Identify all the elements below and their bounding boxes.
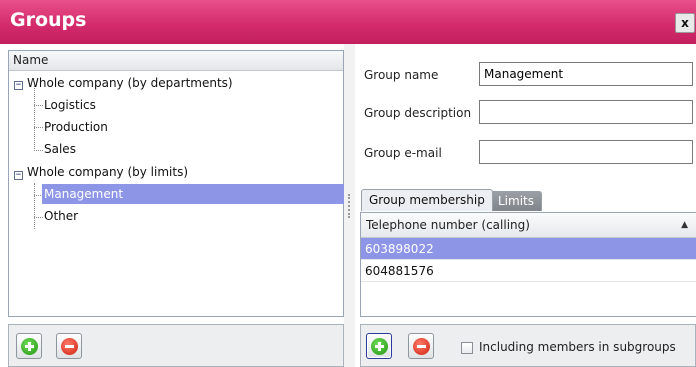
splitter-grip bbox=[348, 194, 350, 218]
tree-connector bbox=[34, 127, 43, 128]
groups-tree: − Whole company (by departments) Logisti… bbox=[9, 71, 344, 316]
sort-ascending-icon[interactable]: ▲ bbox=[681, 213, 688, 237]
group-email-label: Group e-mail bbox=[364, 146, 442, 160]
window-title: Groups bbox=[10, 9, 87, 31]
add-icon bbox=[21, 338, 38, 355]
remove-group-button[interactable] bbox=[56, 333, 82, 359]
membership-grid: Telephone number (calling) ▲ 603898022 6… bbox=[360, 212, 696, 317]
tree-item-sales[interactable]: Sales bbox=[44, 139, 76, 159]
tree-column-header[interactable]: Name bbox=[9, 51, 343, 71]
remove-icon bbox=[413, 338, 430, 355]
close-button[interactable]: x bbox=[675, 13, 695, 33]
group-email-input[interactable] bbox=[479, 140, 693, 164]
grid-column-header[interactable]: Telephone number (calling) ▲ bbox=[361, 213, 696, 238]
tree-item-management[interactable]: Management bbox=[42, 184, 344, 204]
close-icon: x bbox=[681, 16, 689, 30]
expander-minus-icon[interactable]: − bbox=[14, 171, 23, 180]
window-titlebar: Groups x bbox=[0, 0, 696, 44]
group-description-input[interactable] bbox=[479, 100, 693, 124]
tree-item-by-limits[interactable]: Whole company (by limits) bbox=[27, 162, 188, 182]
column-header-label: Telephone number (calling) bbox=[366, 218, 530, 232]
remove-icon bbox=[61, 338, 78, 355]
groups-tree-panel: Name − Whole company (by departments) Lo… bbox=[8, 50, 344, 317]
tree-item-logistics[interactable]: Logistics bbox=[44, 95, 96, 115]
group-description-label: Group description bbox=[364, 106, 472, 120]
tree-connector bbox=[34, 150, 43, 151]
tab-group-membership[interactable]: Group membership bbox=[361, 189, 493, 211]
table-row[interactable]: 604881576 bbox=[361, 260, 696, 282]
membership-button-bar: Including members in subgroups bbox=[360, 324, 696, 367]
include-subgroups-checkbox[interactable] bbox=[461, 342, 473, 354]
add-group-button[interactable] bbox=[16, 333, 42, 359]
add-icon bbox=[371, 338, 388, 355]
add-member-button[interactable] bbox=[366, 333, 392, 359]
expander-minus-icon[interactable]: − bbox=[14, 81, 23, 90]
tree-item-by-departments[interactable]: Whole company (by departments) bbox=[27, 73, 233, 93]
include-subgroups-label[interactable]: Including members in subgroups bbox=[479, 340, 676, 354]
tab-limits[interactable]: Limits bbox=[490, 191, 542, 211]
tree-connector bbox=[34, 183, 35, 229]
tree-connector bbox=[34, 105, 43, 106]
group-name-label: Group name bbox=[364, 68, 439, 82]
tree-connector bbox=[34, 86, 35, 151]
table-row[interactable]: 603898022 bbox=[361, 238, 696, 260]
remove-member-button[interactable] bbox=[408, 333, 434, 359]
pane-splitter[interactable] bbox=[344, 44, 355, 367]
group-name-input[interactable] bbox=[479, 62, 693, 86]
tree-button-bar bbox=[8, 324, 344, 367]
tree-connector bbox=[34, 217, 43, 218]
tree-item-other[interactable]: Other bbox=[44, 206, 78, 226]
tree-item-production[interactable]: Production bbox=[44, 117, 108, 137]
